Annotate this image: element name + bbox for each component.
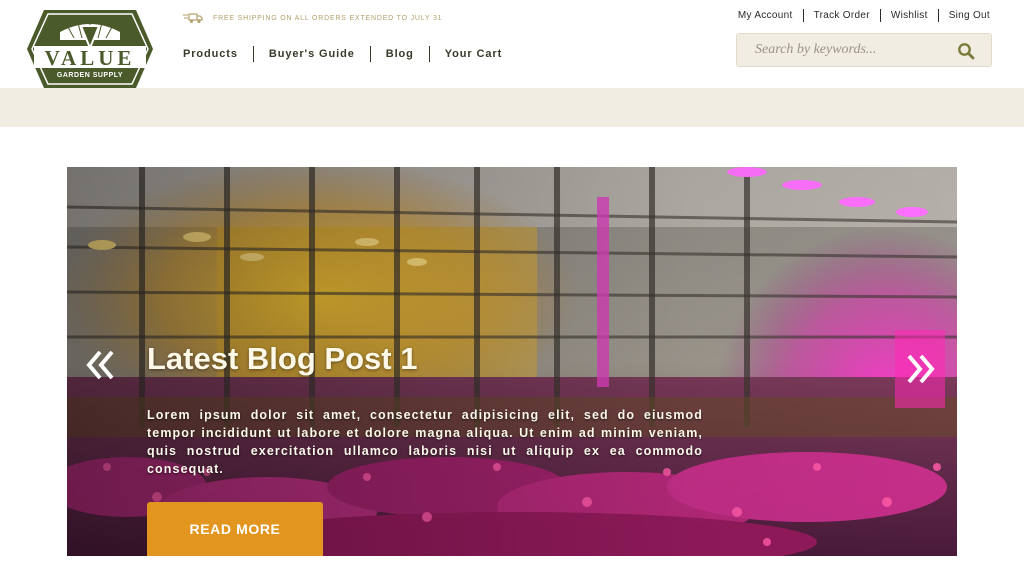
logo-wordmark: VALUE (45, 46, 136, 70)
nav-item-blog[interactable]: Blog (369, 46, 429, 62)
search-input[interactable] (755, 34, 945, 66)
site-header: VALUE GARDEN SUPPLY FREE SHIPPING ON ALL… (0, 0, 1024, 88)
double-chevron-left-icon (86, 350, 114, 380)
nav-item-buyers-guide[interactable]: Buyer's Guide (252, 46, 370, 62)
shipping-promo-text: FREE SHIPPING ON ALL ORDERS EXTENDED TO … (213, 14, 443, 22)
shipping-promo: FREE SHIPPING ON ALL ORDERS EXTENDED TO … (183, 11, 442, 25)
my-account-link[interactable]: My Account (728, 9, 803, 22)
wishlist-link[interactable]: Wishlist (879, 9, 938, 22)
nav-item-products[interactable]: Products (183, 46, 253, 62)
logo-emblem: VALUE GARDEN SUPPLY (27, 10, 153, 88)
double-chevron-right-icon (907, 354, 935, 384)
slider-next-button[interactable] (895, 330, 945, 408)
nav-item-your-cart[interactable]: Your Cart (428, 46, 517, 62)
search-bar (736, 33, 992, 67)
header-band (0, 88, 1024, 127)
hero-title: Latest Blog Post 1 (147, 341, 418, 376)
sign-out-link[interactable]: Sing Out (937, 9, 990, 22)
hero-excerpt: Lorem ipsum dolor sit amet, consectetur … (147, 408, 703, 476)
track-order-link[interactable]: Track Order (802, 9, 880, 22)
delivery-truck-icon (183, 13, 203, 23)
slider-prev-button[interactable] (85, 345, 117, 385)
read-more-button[interactable]: READ MORE (147, 502, 323, 556)
logo-tagline: GARDEN SUPPLY (57, 72, 123, 79)
search-icon[interactable] (957, 42, 975, 60)
account-links: My Account Track Order Wishlist Sing Out (728, 9, 990, 22)
main-nav: Products Buyer's Guide Blog Your Cart (183, 46, 517, 62)
brand-logo[interactable]: VALUE GARDEN SUPPLY (26, 6, 154, 92)
